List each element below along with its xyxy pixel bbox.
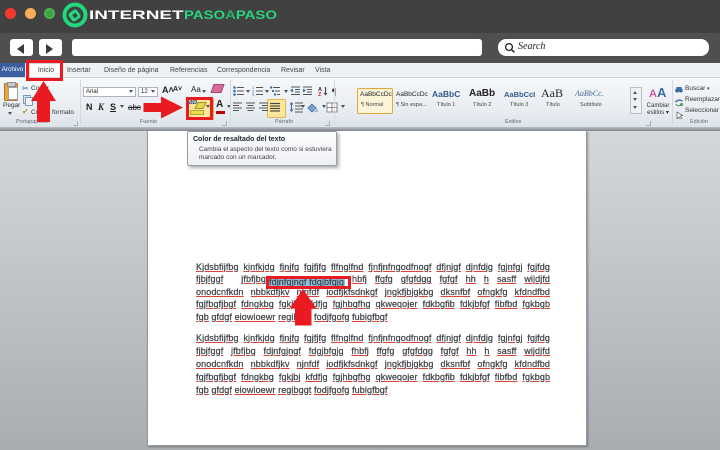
svg-text:3: 3 [252, 92, 255, 96]
